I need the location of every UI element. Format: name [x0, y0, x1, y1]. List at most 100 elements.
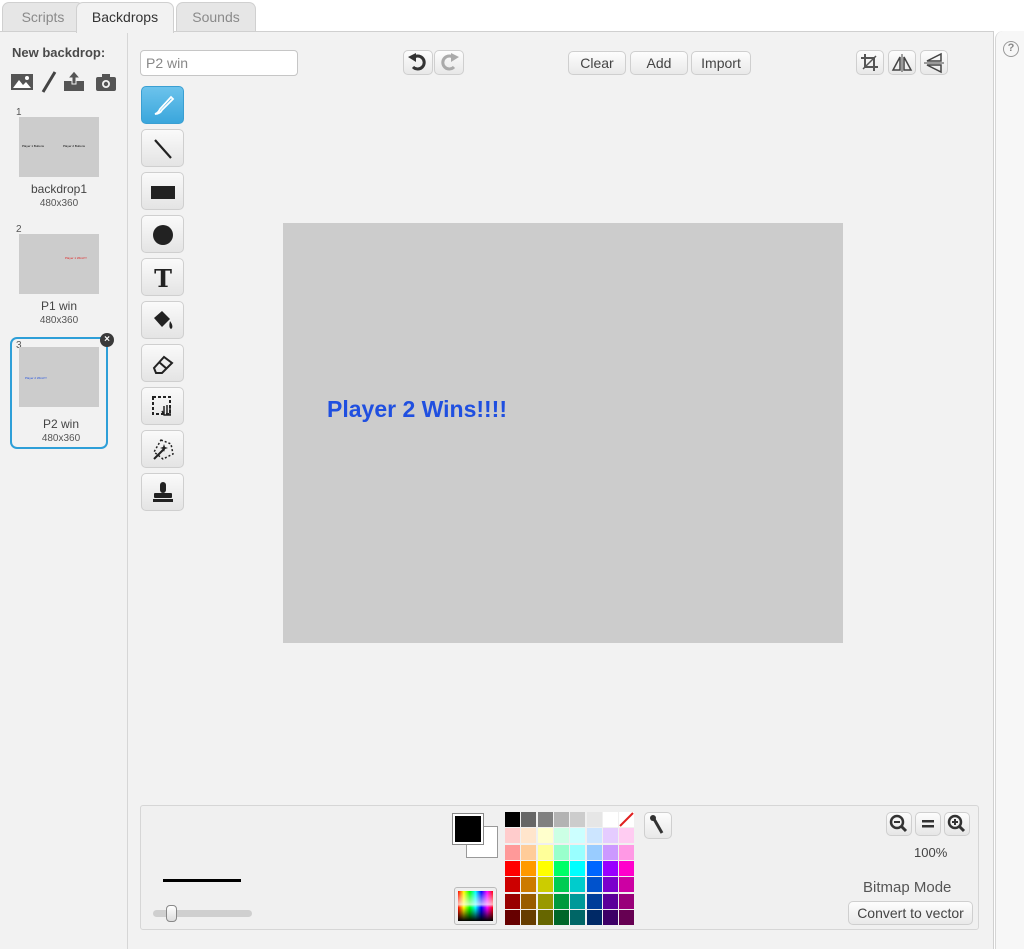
color-swatch[interactable] [537, 909, 553, 925]
color-swatch[interactable] [537, 860, 553, 876]
color-swatch[interactable] [602, 812, 618, 827]
undo-icon[interactable] [403, 50, 433, 75]
brush-size-slider-thumb[interactable] [166, 905, 178, 922]
color-swatch[interactable] [570, 828, 586, 844]
color-swatch[interactable] [619, 828, 635, 844]
color-swatch[interactable] [553, 909, 569, 925]
fill-tool[interactable] [141, 301, 184, 339]
flip-vertical-icon[interactable] [920, 50, 948, 75]
tab-backdrops[interactable]: Backdrops [76, 2, 174, 33]
color-swatch[interactable] [521, 860, 537, 876]
color-swatch[interactable] [619, 844, 635, 860]
color-swatch[interactable] [570, 844, 586, 860]
image-library-icon[interactable] [10, 70, 34, 94]
upload-icon[interactable] [62, 70, 86, 94]
backdrop-thumb-2[interactable]: 2 Player 1 Wins!!!! P1 win 480x360 [10, 224, 108, 336]
zoom-in-button[interactable] [944, 812, 970, 836]
color-swatch[interactable] [521, 844, 537, 860]
color-swatch[interactable] [521, 909, 537, 925]
redo-icon[interactable] [434, 50, 464, 75]
color-swatch[interactable] [570, 893, 586, 909]
new-backdrop-label: New backdrop: [12, 45, 106, 60]
brush-tool[interactable] [141, 86, 184, 124]
flip-horizontal-icon[interactable] [888, 50, 916, 75]
color-swatch[interactable] [586, 909, 602, 925]
color-swatch[interactable] [553, 893, 569, 909]
color-swatch[interactable] [619, 909, 635, 925]
color-swatch[interactable] [505, 812, 520, 827]
color-swatch[interactable] [505, 877, 520, 893]
brush-size-preview [163, 879, 241, 882]
paint-brush-icon[interactable] [38, 70, 62, 94]
costume-name-input[interactable] [140, 50, 298, 76]
color-swatch[interactable] [505, 828, 520, 844]
stamp-tool[interactable] [141, 473, 184, 511]
color-swatch[interactable] [586, 828, 602, 844]
color-swatch[interactable] [521, 893, 537, 909]
color-swatch[interactable] [553, 877, 569, 893]
add-button[interactable]: Add [630, 51, 688, 75]
color-swatch[interactable] [521, 828, 537, 844]
color-swatch[interactable] [570, 860, 586, 876]
color-swatch[interactable] [537, 812, 553, 827]
delete-icon[interactable]: × [100, 333, 114, 347]
color-swatch[interactable] [570, 812, 586, 827]
color-swatch[interactable] [570, 877, 586, 893]
backdrop-thumb-1[interactable]: 1 Player 1 Buttons Player 2 Buttons back… [10, 107, 108, 219]
color-swatch[interactable] [586, 844, 602, 860]
color-swatch[interactable] [553, 844, 569, 860]
color-swatch[interactable] [505, 909, 520, 925]
help-icon[interactable]: ? [1003, 41, 1019, 57]
color-swatch[interactable] [602, 909, 618, 925]
tab-scripts[interactable]: Scripts [2, 2, 84, 32]
foreground-color-swatch[interactable] [452, 813, 484, 845]
color-swatch[interactable] [553, 812, 569, 827]
color-swatch[interactable] [537, 828, 553, 844]
help-pane: ? [995, 31, 1024, 949]
color-swatch[interactable] [537, 893, 553, 909]
color-swatch[interactable] [586, 812, 602, 827]
color-swatch[interactable] [537, 844, 553, 860]
camera-icon[interactable] [94, 70, 118, 94]
color-swatch[interactable] [602, 860, 618, 876]
tab-sounds[interactable]: Sounds [176, 2, 256, 32]
color-swatch[interactable] [602, 893, 618, 909]
rectangle-tool[interactable] [141, 172, 184, 210]
transparent-color-swatch[interactable] [619, 812, 635, 827]
convert-to-vector-button[interactable]: Convert to vector [848, 901, 973, 925]
eraser-tool[interactable] [141, 344, 184, 382]
color-picker-button[interactable] [454, 887, 497, 925]
color-swatch[interactable] [619, 860, 635, 876]
color-swatch[interactable] [537, 877, 553, 893]
clear-button[interactable]: Clear [568, 51, 626, 75]
color-swatch[interactable] [602, 844, 618, 860]
color-swatch[interactable] [586, 860, 602, 876]
color-swatch[interactable] [619, 893, 635, 909]
zoom-out-button[interactable] [886, 812, 912, 836]
eyedropper-button[interactable] [644, 812, 672, 839]
line-tool[interactable] [141, 129, 184, 167]
color-swatch[interactable] [553, 828, 569, 844]
backdrop-thumb-3[interactable]: 3 × Player 2 Wins!!!! P2 win 480x360 [10, 333, 114, 449]
backdrop-preview: Player 1 Buttons Player 2 Buttons [19, 117, 99, 177]
color-swatch[interactable] [505, 844, 520, 860]
color-swatch[interactable] [586, 893, 602, 909]
color-swatch[interactable] [570, 909, 586, 925]
magic-select-tool[interactable] [141, 430, 184, 468]
drawing-canvas[interactable]: Player 2 Wins!!!! [283, 223, 843, 643]
color-swatch[interactable] [602, 877, 618, 893]
ellipse-tool[interactable] [141, 215, 184, 253]
color-swatch[interactable] [521, 877, 537, 893]
color-swatch[interactable] [602, 828, 618, 844]
crop-icon[interactable] [856, 50, 884, 75]
text-tool[interactable]: T [141, 258, 184, 296]
color-swatch[interactable] [505, 860, 520, 876]
import-button[interactable]: Import [691, 51, 751, 75]
zoom-reset-button[interactable] [915, 812, 941, 836]
select-tool[interactable] [141, 387, 184, 425]
color-swatch[interactable] [505, 893, 520, 909]
color-swatch[interactable] [521, 812, 537, 827]
color-swatch[interactable] [586, 877, 602, 893]
color-swatch[interactable] [553, 860, 569, 876]
color-swatch[interactable] [619, 877, 635, 893]
